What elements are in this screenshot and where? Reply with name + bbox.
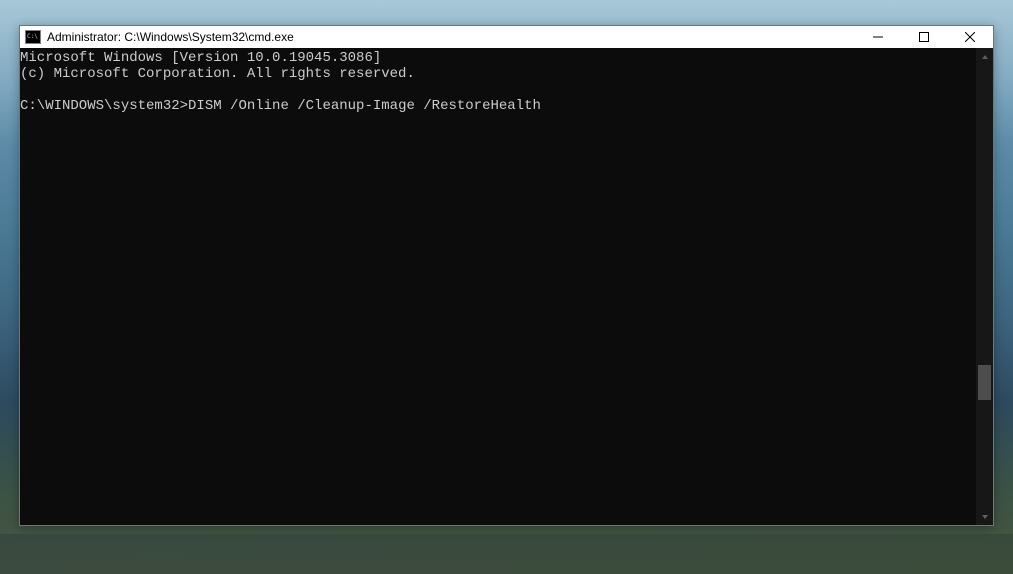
- scrollbar-up-button[interactable]: [976, 48, 993, 65]
- chevron-up-icon: [981, 53, 989, 61]
- titlebar[interactable]: Administrator: C:\Windows\System32\cmd.e…: [20, 26, 993, 48]
- cmd-icon: [25, 30, 41, 44]
- version-line: Microsoft Windows [Version 10.0.19045.30…: [20, 50, 381, 66]
- maximize-icon: [919, 32, 929, 42]
- vertical-scrollbar[interactable]: [976, 48, 993, 525]
- desktop-background-bottom: [0, 534, 1013, 574]
- maximize-button[interactable]: [901, 26, 947, 48]
- chevron-down-icon: [981, 513, 989, 521]
- command-prompt-window: Administrator: C:\Windows\System32\cmd.e…: [19, 25, 994, 526]
- scrollbar-down-button[interactable]: [976, 508, 993, 525]
- terminal-area[interactable]: Microsoft Windows [Version 10.0.19045.30…: [20, 48, 993, 525]
- close-icon: [965, 32, 975, 42]
- window-title: Administrator: C:\Windows\System32\cmd.e…: [47, 30, 294, 44]
- copyright-line: (c) Microsoft Corporation. All rights re…: [20, 66, 415, 82]
- terminal-output[interactable]: Microsoft Windows [Version 10.0.19045.30…: [20, 48, 976, 525]
- close-button[interactable]: [947, 26, 993, 48]
- command-text: DISM /Online /Cleanup-Image /RestoreHeal…: [188, 98, 541, 114]
- prompt-text: C:\WINDOWS\system32>: [20, 98, 188, 114]
- minimize-icon: [873, 32, 883, 42]
- scrollbar-thumb[interactable]: [978, 365, 991, 400]
- scrollbar-track[interactable]: [976, 65, 993, 508]
- minimize-button[interactable]: [855, 26, 901, 48]
- window-controls: [855, 26, 993, 48]
